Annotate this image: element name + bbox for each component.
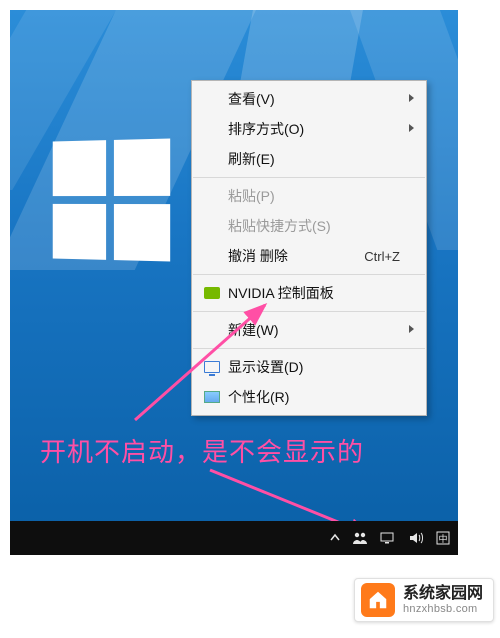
menu-item-label: 粘贴快捷方式(S) xyxy=(224,216,404,236)
blank-icon xyxy=(200,186,224,206)
menu-separator xyxy=(193,274,425,275)
blank-icon xyxy=(200,320,224,340)
watermark-badge: 系统家园网 hnzxhbsb.com xyxy=(354,578,494,622)
menu-item[interactable]: NVIDIA 控制面板 xyxy=(192,278,426,308)
menu-item: 粘贴(P) xyxy=(192,181,426,211)
tray-ime-icon[interactable]: 中 xyxy=(436,531,450,545)
menu-separator xyxy=(193,348,425,349)
menu-item-label: 粘贴(P) xyxy=(224,186,404,206)
menu-item[interactable]: 查看(V) xyxy=(192,84,426,114)
desktop-context-menu: 查看(V) 排序方式(O) 刷新(E) 粘贴(P) 粘贴快捷方式(S) 撤消 删除Ctrl… xyxy=(191,80,427,416)
tray-network-icon[interactable] xyxy=(380,532,396,544)
annotation-text: 开机不启动，是不会显示的 xyxy=(40,432,364,469)
menu-item[interactable]: 新建(W) xyxy=(192,315,426,345)
submenu-arrow-icon xyxy=(404,324,416,337)
badge-url: hnzxhbsb.com xyxy=(403,603,483,616)
menu-item-label: 个性化(R) xyxy=(224,387,404,407)
svg-text:中: 中 xyxy=(438,533,447,544)
menu-item[interactable]: 显示设置(D) xyxy=(192,352,426,382)
menu-item[interactable]: 个性化(R) xyxy=(192,382,426,412)
tray-chevron-icon[interactable] xyxy=(330,533,340,543)
menu-separator xyxy=(193,311,425,312)
menu-item[interactable]: 撤消 删除Ctrl+Z xyxy=(192,241,426,271)
monitor-icon xyxy=(200,357,224,377)
menu-item-label: 新建(W) xyxy=(224,320,404,340)
menu-item-label: 查看(V) xyxy=(224,89,404,109)
menu-item-label: 显示设置(D) xyxy=(224,357,404,377)
badge-house-icon xyxy=(361,583,395,617)
blank-icon xyxy=(200,119,224,139)
taskbar: 中 xyxy=(10,521,458,555)
menu-item-label: 撤消 删除 xyxy=(224,246,364,266)
menu-item-accelerator: Ctrl+Z xyxy=(364,249,404,264)
blank-icon xyxy=(200,89,224,109)
tray-people-icon[interactable] xyxy=(352,531,368,545)
nvidia-icon xyxy=(200,283,224,303)
menu-item-label: 刷新(E) xyxy=(224,149,404,169)
blank-icon xyxy=(200,246,224,266)
menu-item[interactable]: 排序方式(O) xyxy=(192,114,426,144)
desktop-wallpaper: 查看(V) 排序方式(O) 刷新(E) 粘贴(P) 粘贴快捷方式(S) 撤消 删除Ctrl… xyxy=(10,10,458,555)
blank-icon xyxy=(200,149,224,169)
submenu-arrow-icon xyxy=(404,93,416,106)
badge-title: 系统家园网 xyxy=(403,584,483,603)
menu-item[interactable]: 刷新(E) xyxy=(192,144,426,174)
menu-item: 粘贴快捷方式(S) xyxy=(192,211,426,241)
menu-separator xyxy=(193,177,425,178)
tray-volume-icon[interactable] xyxy=(408,531,424,545)
menu-item-label: 排序方式(O) xyxy=(224,119,404,139)
blank-icon xyxy=(200,216,224,236)
windows-logo xyxy=(53,138,170,261)
submenu-arrow-icon xyxy=(404,123,416,136)
personalize-icon xyxy=(200,387,224,407)
menu-item-label: NVIDIA 控制面板 xyxy=(224,283,404,303)
